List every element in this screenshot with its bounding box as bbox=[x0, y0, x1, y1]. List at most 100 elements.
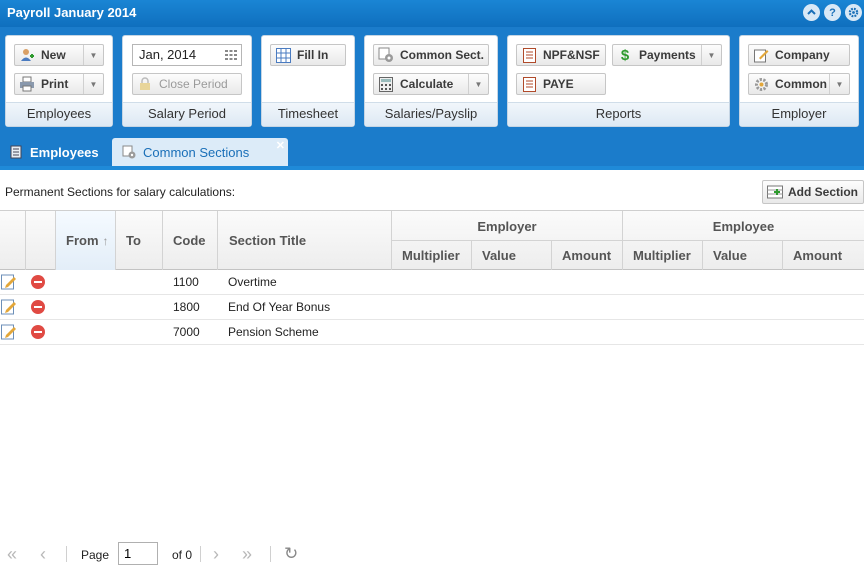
sort-asc-icon: ↑ bbox=[102, 233, 109, 248]
employee-group-header: Employee bbox=[623, 211, 864, 241]
salary-period-group: Jan, 2014 Close Period Salary Period bbox=[122, 35, 252, 127]
page-number-input[interactable] bbox=[118, 542, 158, 565]
paye-label: PAYE bbox=[543, 77, 574, 91]
employee-amount-label: Amount bbox=[793, 248, 843, 263]
employer-amount-header[interactable]: Amount bbox=[552, 241, 623, 270]
pager-separator bbox=[66, 546, 67, 562]
payroll-app: Payroll January 2014 ? New ▼ Print ▼ Emp… bbox=[0, 0, 864, 567]
column-header-to[interactable]: To bbox=[116, 211, 163, 270]
column-header-code[interactable]: Code bbox=[163, 211, 218, 270]
paye-button[interactable]: PAYE bbox=[516, 73, 606, 95]
common-sect-button[interactable]: Common Sect. bbox=[373, 44, 489, 66]
new-employee-button[interactable]: New ▼ bbox=[14, 44, 104, 66]
table-row[interactable]: 1100 Overtime bbox=[0, 270, 864, 295]
close-icon[interactable]: ✕ bbox=[276, 139, 285, 152]
chevron-down-icon[interactable]: ▼ bbox=[468, 74, 488, 94]
row-code: 1800 bbox=[173, 300, 200, 314]
employer-group-label: Employer bbox=[740, 102, 858, 126]
delete-icon[interactable] bbox=[30, 274, 46, 290]
row-code: 1100 bbox=[173, 275, 199, 289]
next-page-icon[interactable]: › bbox=[213, 544, 219, 565]
last-page-icon[interactable]: » bbox=[242, 544, 252, 565]
employees-group-label: Employees bbox=[6, 102, 112, 126]
employees-group: New ▼ Print ▼ Employees bbox=[5, 35, 113, 127]
edit-icon[interactable] bbox=[1, 274, 17, 290]
employer-header-label: Employer bbox=[477, 218, 537, 234]
tab-common-sections-label: Common Sections bbox=[143, 144, 250, 160]
gear-icon bbox=[753, 76, 769, 92]
title-bar: Payroll January 2014 ? bbox=[0, 0, 864, 27]
common-settings-button[interactable]: Common ▼ bbox=[748, 73, 850, 95]
collapse-icon[interactable] bbox=[803, 4, 820, 21]
table-row[interactable]: 7000 Pension Scheme bbox=[0, 320, 864, 345]
add-row-icon bbox=[767, 184, 783, 200]
calendar-icon[interactable] bbox=[224, 48, 238, 62]
tab-employees-label: Employees bbox=[30, 144, 99, 160]
ribbon: New ▼ Print ▼ Employees Jan, 2014 Close … bbox=[0, 27, 864, 132]
column-header-title-label: Section Title bbox=[229, 233, 307, 248]
print-button[interactable]: Print ▼ bbox=[14, 73, 104, 95]
employee-value-header[interactable]: Value bbox=[703, 241, 783, 270]
edit-column-header bbox=[0, 211, 26, 270]
payments-button[interactable]: $ Payments ▼ bbox=[612, 44, 722, 66]
salaries-group-label: Salaries/Payslip bbox=[365, 102, 497, 126]
section-caption: Permanent Sections for salary calculatio… bbox=[5, 185, 236, 199]
chevron-down-icon[interactable]: ▼ bbox=[83, 74, 103, 94]
edit-icon[interactable] bbox=[1, 324, 17, 340]
chevron-down-icon[interactable]: ▼ bbox=[701, 45, 721, 65]
gear-icon[interactable] bbox=[845, 4, 862, 21]
reports-group: NPF&NSF $ Payments ▼ PAYE Reports bbox=[507, 35, 730, 127]
row-code: 7000 bbox=[173, 325, 200, 339]
salary-period-group-label: Salary Period bbox=[123, 102, 251, 126]
period-value: Jan, 2014 bbox=[139, 47, 197, 62]
edit-icon[interactable] bbox=[1, 299, 17, 315]
column-header-from[interactable]: From ↑ bbox=[56, 211, 116, 270]
grid-header: From ↑ To Code Section Title Employer Em… bbox=[0, 210, 864, 270]
common-sect-label: Common Sect. bbox=[400, 48, 485, 62]
chevron-down-icon[interactable]: ▼ bbox=[829, 74, 849, 94]
delete-icon[interactable] bbox=[30, 324, 46, 340]
prev-page-icon[interactable]: ‹ bbox=[40, 544, 46, 565]
column-header-to-label: To bbox=[126, 233, 141, 248]
window-title: Payroll January 2014 bbox=[7, 5, 137, 20]
chevron-down-icon[interactable]: ▼ bbox=[83, 45, 103, 65]
common-label: Common bbox=[775, 77, 827, 91]
first-page-icon[interactable]: « bbox=[7, 544, 17, 565]
column-header-from-label: From bbox=[66, 233, 99, 248]
tab-common-sections[interactable]: Common Sections ✕ bbox=[112, 138, 288, 166]
employee-amount-header[interactable]: Amount bbox=[783, 241, 864, 270]
close-period-button[interactable]: Close Period bbox=[132, 73, 242, 95]
employer-group: Company Common ▼ Employer bbox=[739, 35, 859, 127]
table-row[interactable]: 1800 End Of Year Bonus bbox=[0, 295, 864, 320]
fill-in-button[interactable]: Fill In bbox=[270, 44, 346, 66]
section-toolbar: Permanent Sections for salary calculatio… bbox=[0, 174, 864, 210]
calculator-icon bbox=[378, 76, 394, 92]
reports-group-label: Reports bbox=[508, 102, 729, 126]
employee-value-label: Value bbox=[713, 248, 747, 263]
period-field[interactable]: Jan, 2014 bbox=[132, 44, 242, 66]
tab-employees[interactable]: Employees bbox=[0, 138, 110, 166]
npf-nsf-button[interactable]: NPF&NSF bbox=[516, 44, 606, 66]
fill-in-label: Fill In bbox=[297, 48, 329, 62]
refresh-icon[interactable]: ↻ bbox=[284, 544, 298, 564]
delete-icon[interactable] bbox=[30, 299, 46, 315]
column-header-title[interactable]: Section Title bbox=[218, 211, 392, 270]
new-employee-label: New bbox=[41, 48, 66, 62]
employer-amount-label: Amount bbox=[562, 248, 612, 263]
add-section-button[interactable]: Add Section bbox=[762, 180, 864, 204]
payments-label: Payments bbox=[639, 48, 696, 62]
lock-icon bbox=[137, 76, 153, 92]
employer-multiplier-header[interactable]: Multiplier bbox=[392, 241, 472, 270]
title-tools: ? bbox=[803, 4, 862, 21]
printer-icon bbox=[19, 76, 35, 92]
company-button[interactable]: Company bbox=[748, 44, 850, 66]
employer-value-label: Value bbox=[482, 248, 516, 263]
help-icon[interactable]: ? bbox=[824, 4, 841, 21]
npf-nsf-label: NPF&NSF bbox=[543, 48, 600, 62]
employer-group-header: Employer bbox=[392, 211, 623, 241]
employee-multiplier-header[interactable]: Multiplier bbox=[623, 241, 703, 270]
employer-value-header[interactable]: Value bbox=[472, 241, 552, 270]
calculate-button[interactable]: Calculate ▼ bbox=[373, 73, 489, 95]
add-section-label: Add Section bbox=[788, 185, 859, 199]
company-label: Company bbox=[775, 48, 830, 62]
